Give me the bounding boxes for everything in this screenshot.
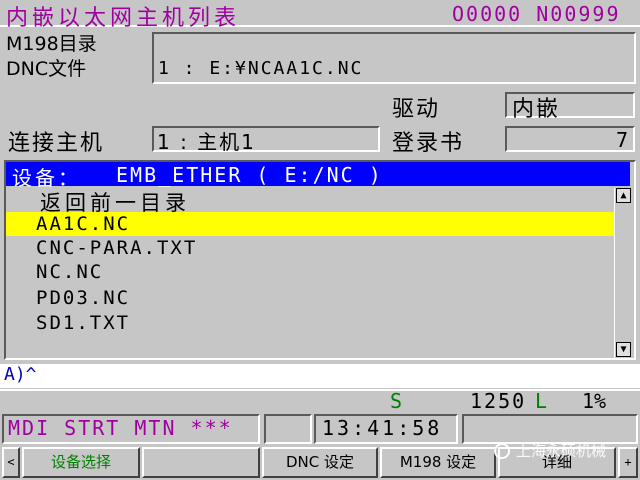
key-input-line[interactable] [0,364,640,388]
login-label: 登录书 [392,131,465,156]
screen-title: 内嵌以太网主机列表 [6,6,241,31]
softkey-next-arrow-icon[interactable]: + [618,447,638,478]
list-item[interactable]: NC.NC [6,260,614,284]
softkey-dnc-settings[interactable]: DNC 设定 [262,447,378,478]
list-item[interactable]: CNC-PARA.TXT [6,236,614,260]
file-name: NC.NC [36,261,104,283]
spindle-l-label: L [535,389,548,413]
softkey-blank[interactable] [142,447,260,478]
file-list-header: 设备： EMB_ETHER ( E:/NC ) [6,162,630,190]
file-name: PD03.NC [36,287,131,309]
wechat-logo-icon [494,443,510,459]
program-number: O0000 N00999 [452,2,621,26]
drive-label: 驱动 [392,97,441,122]
directory-labels: M198目录 DNC文件 [6,32,97,82]
key-input-buffer: A)^ [4,364,37,385]
scroll-down-icon[interactable]: ▼ [616,342,631,357]
mode-cell-blank [264,414,312,444]
scroll-up-icon[interactable]: ▲ [616,188,631,203]
file-name: SD1.TXT [36,312,131,334]
list-item[interactable]: AA1C.NC [6,212,614,236]
watermark: 上海永硕机械 [516,442,607,460]
clock: 13:41:58 [322,416,443,440]
list-item[interactable]: PD03.NC [6,286,614,310]
device-name: EMB_ETHER ( E:/NC ) [116,163,383,187]
softkey-device-select[interactable]: 设备选择 [22,447,140,478]
list-scrollbar[interactable]: ▲ ▼ [614,188,632,358]
softkey-prev-arrow-icon[interactable]: < [2,447,20,478]
connect-host-value: 1 : 主机1 [157,130,256,154]
spindle-speed: 1250 [470,389,527,413]
login-value: 7 [615,128,628,152]
machine-mode-status: MDI STRT MTN *** [8,416,233,440]
file-name: AA1C.NC [36,213,131,235]
file-name: CNC-PARA.TXT [36,237,198,259]
spindle-s-label: S [390,389,403,413]
dnc-file-value: 1 : E:¥NCAA1C.NC [158,58,364,79]
dnc-file-label: DNC文件 [6,58,87,80]
connect-host-label: 连接主机 [8,131,105,156]
softkey-m198-settings[interactable]: M198 设定 [380,447,496,478]
drive-value: 内嵌 [512,97,561,122]
spindle-override: 1% [582,389,607,413]
m198-dir-label: M198目录 [6,33,97,55]
list-item[interactable]: SD1.TXT [6,311,614,335]
list-item-parent-dir[interactable]: 返回前一目录 [6,188,614,215]
